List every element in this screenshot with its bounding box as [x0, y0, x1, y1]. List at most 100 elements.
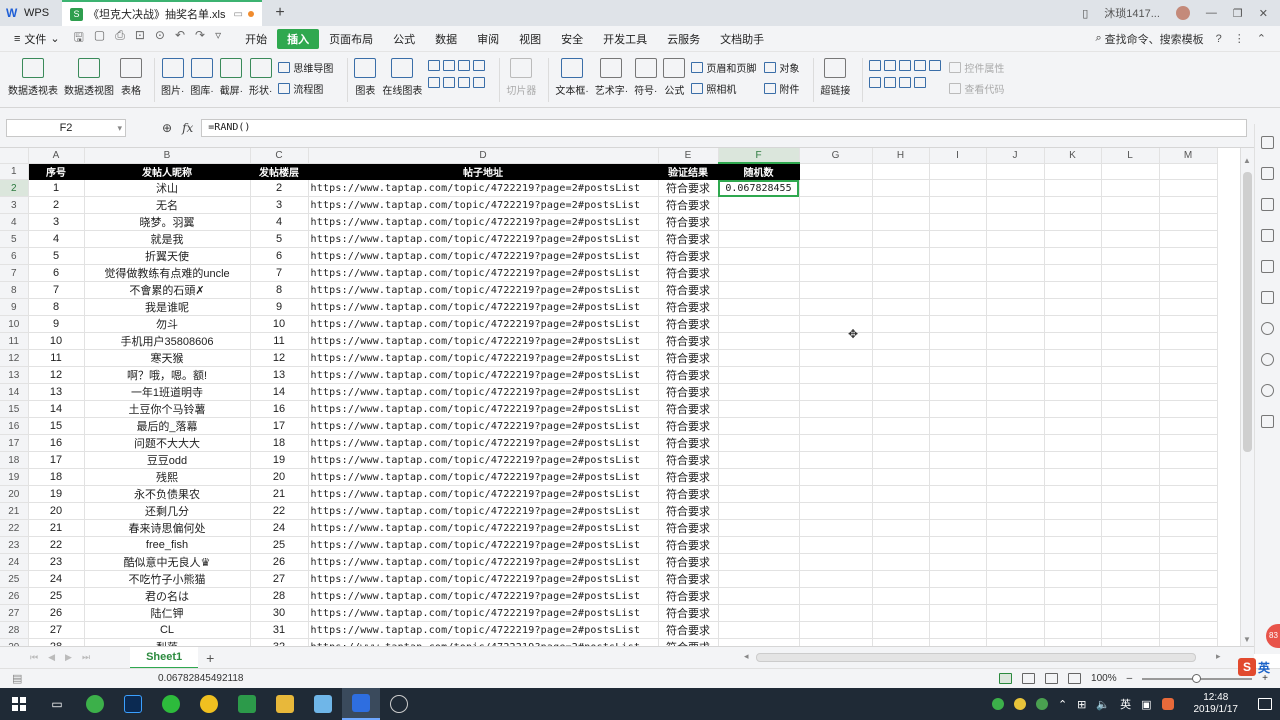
cell-no[interactable]: 24 — [28, 570, 85, 589]
empty-cell[interactable] — [929, 621, 987, 640]
empty-cell[interactable] — [929, 315, 987, 334]
empty-cell[interactable] — [718, 621, 800, 640]
empty-cell[interactable] — [1044, 502, 1102, 521]
cell-name[interactable]: 问题不大大大 — [84, 434, 251, 453]
empty-cell[interactable] — [1101, 349, 1160, 368]
empty-cell[interactable] — [986, 400, 1045, 419]
empty-cell[interactable] — [1101, 230, 1160, 249]
cell-result[interactable]: 符合要求 — [658, 400, 719, 419]
empty-cell[interactable] — [872, 230, 930, 249]
column-header[interactable]: L — [1101, 148, 1160, 164]
empty-cell[interactable] — [1101, 332, 1160, 351]
menu-doc-assistant[interactable]: 文档助手 — [710, 29, 774, 49]
menu-home[interactable]: 开始 — [235, 29, 277, 49]
find-icon[interactable]: ⊙ — [155, 28, 165, 49]
row-header[interactable]: 21 — [0, 502, 29, 521]
empty-cell[interactable] — [799, 638, 873, 646]
cell-url[interactable]: https://www.taptap.com/topic/4722219?pag… — [308, 604, 659, 623]
scrollbar-control-icon[interactable] — [899, 77, 912, 88]
cell-result[interactable]: 符合要求 — [658, 553, 719, 572]
empty-cell[interactable] — [799, 587, 873, 606]
cell-floor[interactable]: 18 — [250, 434, 309, 453]
row-header[interactable]: 25 — [0, 570, 29, 589]
empty-cell[interactable] — [929, 400, 987, 419]
cell-floor[interactable]: 19 — [250, 451, 309, 470]
more-icon[interactable]: ⋮ — [1234, 32, 1245, 45]
cell-name[interactable]: 还剩几分 — [84, 502, 251, 521]
history-icon[interactable] — [1261, 353, 1274, 366]
cell-result[interactable]: 符合要求 — [658, 502, 719, 521]
next-sheet-icon[interactable]: ▶ — [65, 652, 72, 663]
menu-view[interactable]: 视图 — [509, 29, 551, 49]
empty-cell[interactable] — [1159, 196, 1218, 215]
column-header[interactable]: J — [986, 148, 1045, 164]
empty-cell[interactable] — [799, 179, 873, 198]
row-header[interactable]: 1 — [0, 163, 29, 181]
empty-cell[interactable] — [718, 213, 800, 232]
cell-name[interactable]: 手机用户35808606 — [84, 332, 251, 351]
empty-cell[interactable] — [718, 247, 800, 266]
cell-no[interactable]: 18 — [28, 468, 85, 487]
empty-cell[interactable] — [929, 502, 987, 521]
empty-cell[interactable] — [718, 434, 800, 453]
empty-cell[interactable] — [1101, 502, 1160, 521]
cell-floor[interactable]: 31 — [250, 621, 309, 640]
chart-button[interactable]: 图表 — [354, 58, 377, 97]
cell-url[interactable]: https://www.taptap.com/topic/4722219?pag… — [308, 179, 659, 198]
cell-result[interactable]: 符合要求 — [658, 264, 719, 283]
undo-icon[interactable]: ↶ — [175, 28, 185, 49]
cell-url[interactable]: https://www.taptap.com/topic/4722219?pag… — [308, 570, 659, 589]
empty-cell[interactable] — [799, 332, 873, 351]
empty-cell[interactable] — [1159, 570, 1218, 589]
close-icon[interactable]: ✕ — [1259, 7, 1268, 20]
column-header[interactable]: D — [308, 148, 659, 164]
empty-cell[interactable] — [929, 247, 987, 266]
wordart-button[interactable]: 艺术字· — [595, 58, 628, 97]
empty-cell[interactable] — [799, 315, 873, 334]
empty-cell[interactable] — [872, 281, 930, 300]
cell-result[interactable]: 符合要求 — [658, 213, 719, 232]
empty-cell[interactable] — [718, 230, 800, 249]
empty-cell[interactable] — [986, 434, 1045, 453]
empty-cell[interactable] — [1044, 230, 1102, 249]
empty-cell[interactable] — [986, 196, 1045, 215]
empty-cell[interactable] — [986, 163, 1045, 181]
cell-result[interactable]: 符合要求 — [658, 536, 719, 555]
empty-cell[interactable] — [1159, 179, 1218, 198]
print-icon[interactable]: ⎙ — [115, 28, 125, 49]
command-search[interactable]: ⌕ 查找命令、搜索模板 — [1095, 31, 1203, 47]
pie-chart-icon[interactable] — [458, 77, 471, 88]
wps-home-tab[interactable]: W WPS — [0, 0, 62, 26]
empty-cell[interactable] — [718, 604, 800, 623]
cell-result[interactable]: 符合要求 — [658, 451, 719, 470]
empty-cell[interactable] — [718, 502, 800, 521]
empty-cell[interactable] — [872, 417, 930, 436]
cell-floor[interactable]: 21 — [250, 485, 309, 504]
empty-cell[interactable] — [1101, 417, 1160, 436]
empty-cell[interactable] — [1159, 332, 1218, 351]
cell-url[interactable]: https://www.taptap.com/topic/4722219?pag… — [308, 502, 659, 521]
tray-security-icon[interactable] — [1035, 698, 1048, 710]
empty-cell[interactable] — [872, 468, 930, 487]
empty-cell[interactable] — [799, 485, 873, 504]
empty-cell[interactable] — [929, 213, 987, 232]
mind-map-button[interactable]: 思维导图 — [278, 60, 333, 75]
minimize-icon[interactable]: — — [1206, 7, 1217, 19]
zoom-formula-icon[interactable]: ⊕ — [162, 121, 172, 135]
empty-cell[interactable] — [986, 247, 1045, 266]
cell-floor[interactable]: 14 — [250, 383, 309, 402]
empty-cell[interactable] — [799, 502, 873, 521]
empty-cell[interactable] — [929, 638, 987, 646]
cell-result[interactable]: 符合要求 — [658, 434, 719, 453]
empty-cell[interactable] — [1159, 553, 1218, 572]
empty-cell[interactable] — [929, 451, 987, 470]
new-tab-button[interactable]: + — [262, 0, 298, 26]
cell-floor[interactable]: 3 — [250, 196, 309, 215]
row-header[interactable]: 8 — [0, 281, 29, 300]
listbox-control-icon[interactable] — [869, 77, 882, 88]
empty-cell[interactable] — [1101, 298, 1160, 317]
horizontal-scrollbar[interactable] — [756, 653, 1196, 662]
taskbar-app-green[interactable] — [228, 688, 266, 720]
row-header[interactable]: 2 — [0, 179, 29, 198]
cell-url[interactable]: https://www.taptap.com/topic/4722219?pag… — [308, 451, 659, 470]
